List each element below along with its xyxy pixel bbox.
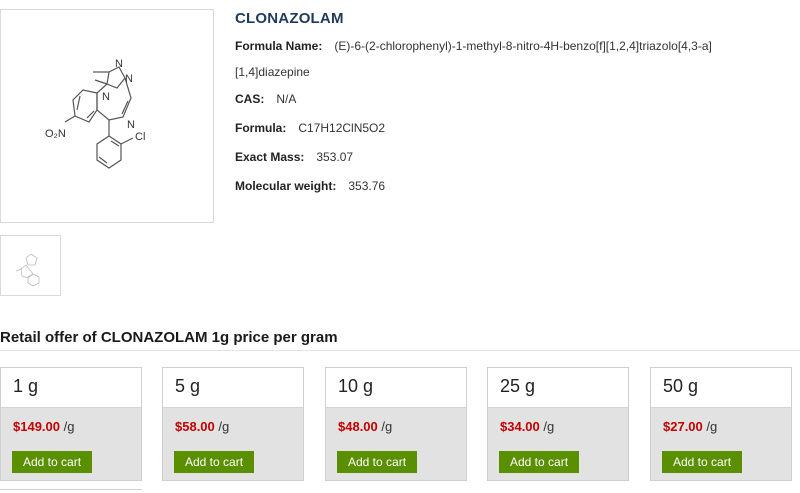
card-price: $48.00 /g [338,419,392,434]
formula-name-value: (E)-6-(2-chlorophenyl)-1-methyl-8-nitro-… [334,39,712,53]
molecular-weight-row: Molecular weight: 353.76 [235,173,385,199]
add-to-cart-button[interactable]: Add to cart [662,451,743,473]
card-quantity: 25 g [500,376,536,396]
card-quantity: 50 g [663,376,699,396]
formula-row: Formula: C17H12ClN5O2 [235,115,385,141]
exact-mass-row: Exact Mass: 353.07 [235,144,353,170]
molecule-thumbnail-drawing [15,253,40,287]
formula-name-value-cont: [1,4]diazepine [235,65,310,79]
price-amount: $48.00 [338,419,378,434]
card-price: $149.00 /g [13,419,74,434]
card-quantity: 5 g [175,376,201,396]
add-to-cart-button[interactable]: Add to cart [337,451,418,473]
product-thumbnail[interactable] [0,235,61,296]
atom-label-n: N [102,91,110,103]
product-main-image[interactable]: N N N N O₂N Cl [0,9,214,223]
add-to-cart-button[interactable]: Add to cart [12,451,93,473]
price-card-1g: 1 g $149.00 /g Add to cart [0,367,142,481]
retail-offer-heading: Retail offer of CLONAZOLAM 1g price per … [0,329,338,346]
add-to-cart-button[interactable]: Add to cart [499,451,580,473]
price-unit: /g [706,419,718,434]
card-quantity: 1 g [13,376,39,396]
price-amount: $58.00 [175,419,215,434]
price-amount: $34.00 [500,419,540,434]
price-card-25g: 25 g $34.00 /g Add to cart [487,367,629,481]
cas-value: N/A [276,92,297,106]
card-quantity: 10 g [338,376,374,396]
atom-label-n: N [127,119,135,131]
formula-name-row: Formula Name: (E)-6-(2-chlorophenyl)-1-me… [235,33,775,85]
exact-mass-value: 353.07 [316,150,354,164]
price-unit: /g [63,419,75,434]
atom-label-cl: Cl [135,131,145,143]
atom-label-n: N [115,58,123,70]
next-row-card-edge [0,489,142,493]
price-card-5g: 5 g $58.00 /g Add to cart [162,367,304,481]
card-price: $34.00 /g [500,419,554,434]
cas-label: CAS: [235,92,265,106]
card-price: $27.00 /g [663,419,717,434]
price-card-10g: 10 g $48.00 /g Add to cart [325,367,467,481]
atom-label-nitro: O₂N [45,128,66,140]
formula-value: C17H12ClN5O2 [298,121,386,135]
card-price: $58.00 /g [175,419,229,434]
formula-name-label: Formula Name: [235,39,323,53]
price-amount: $149.00 [13,419,60,434]
price-unit: /g [381,419,393,434]
molecule-structure-drawing: N N N N O₂N Cl [45,58,145,169]
price-card-50g: 50 g $27.00 /g Add to cart [650,367,792,481]
exact-mass-label: Exact Mass: [235,150,305,164]
add-to-cart-button[interactable]: Add to cart [174,451,255,473]
section-divider [0,350,800,351]
cas-row: CAS: N/A [235,86,296,112]
price-unit: /g [218,419,230,434]
price-unit: /g [543,419,555,434]
formula-label: Formula: [235,121,287,135]
product-title: CLONAZOLAM [235,10,344,27]
molecular-weight-value: 353.76 [348,179,386,193]
atom-label-n: N [125,73,133,85]
price-amount: $27.00 [663,419,703,434]
molecular-weight-label: Molecular weight: [235,179,337,193]
